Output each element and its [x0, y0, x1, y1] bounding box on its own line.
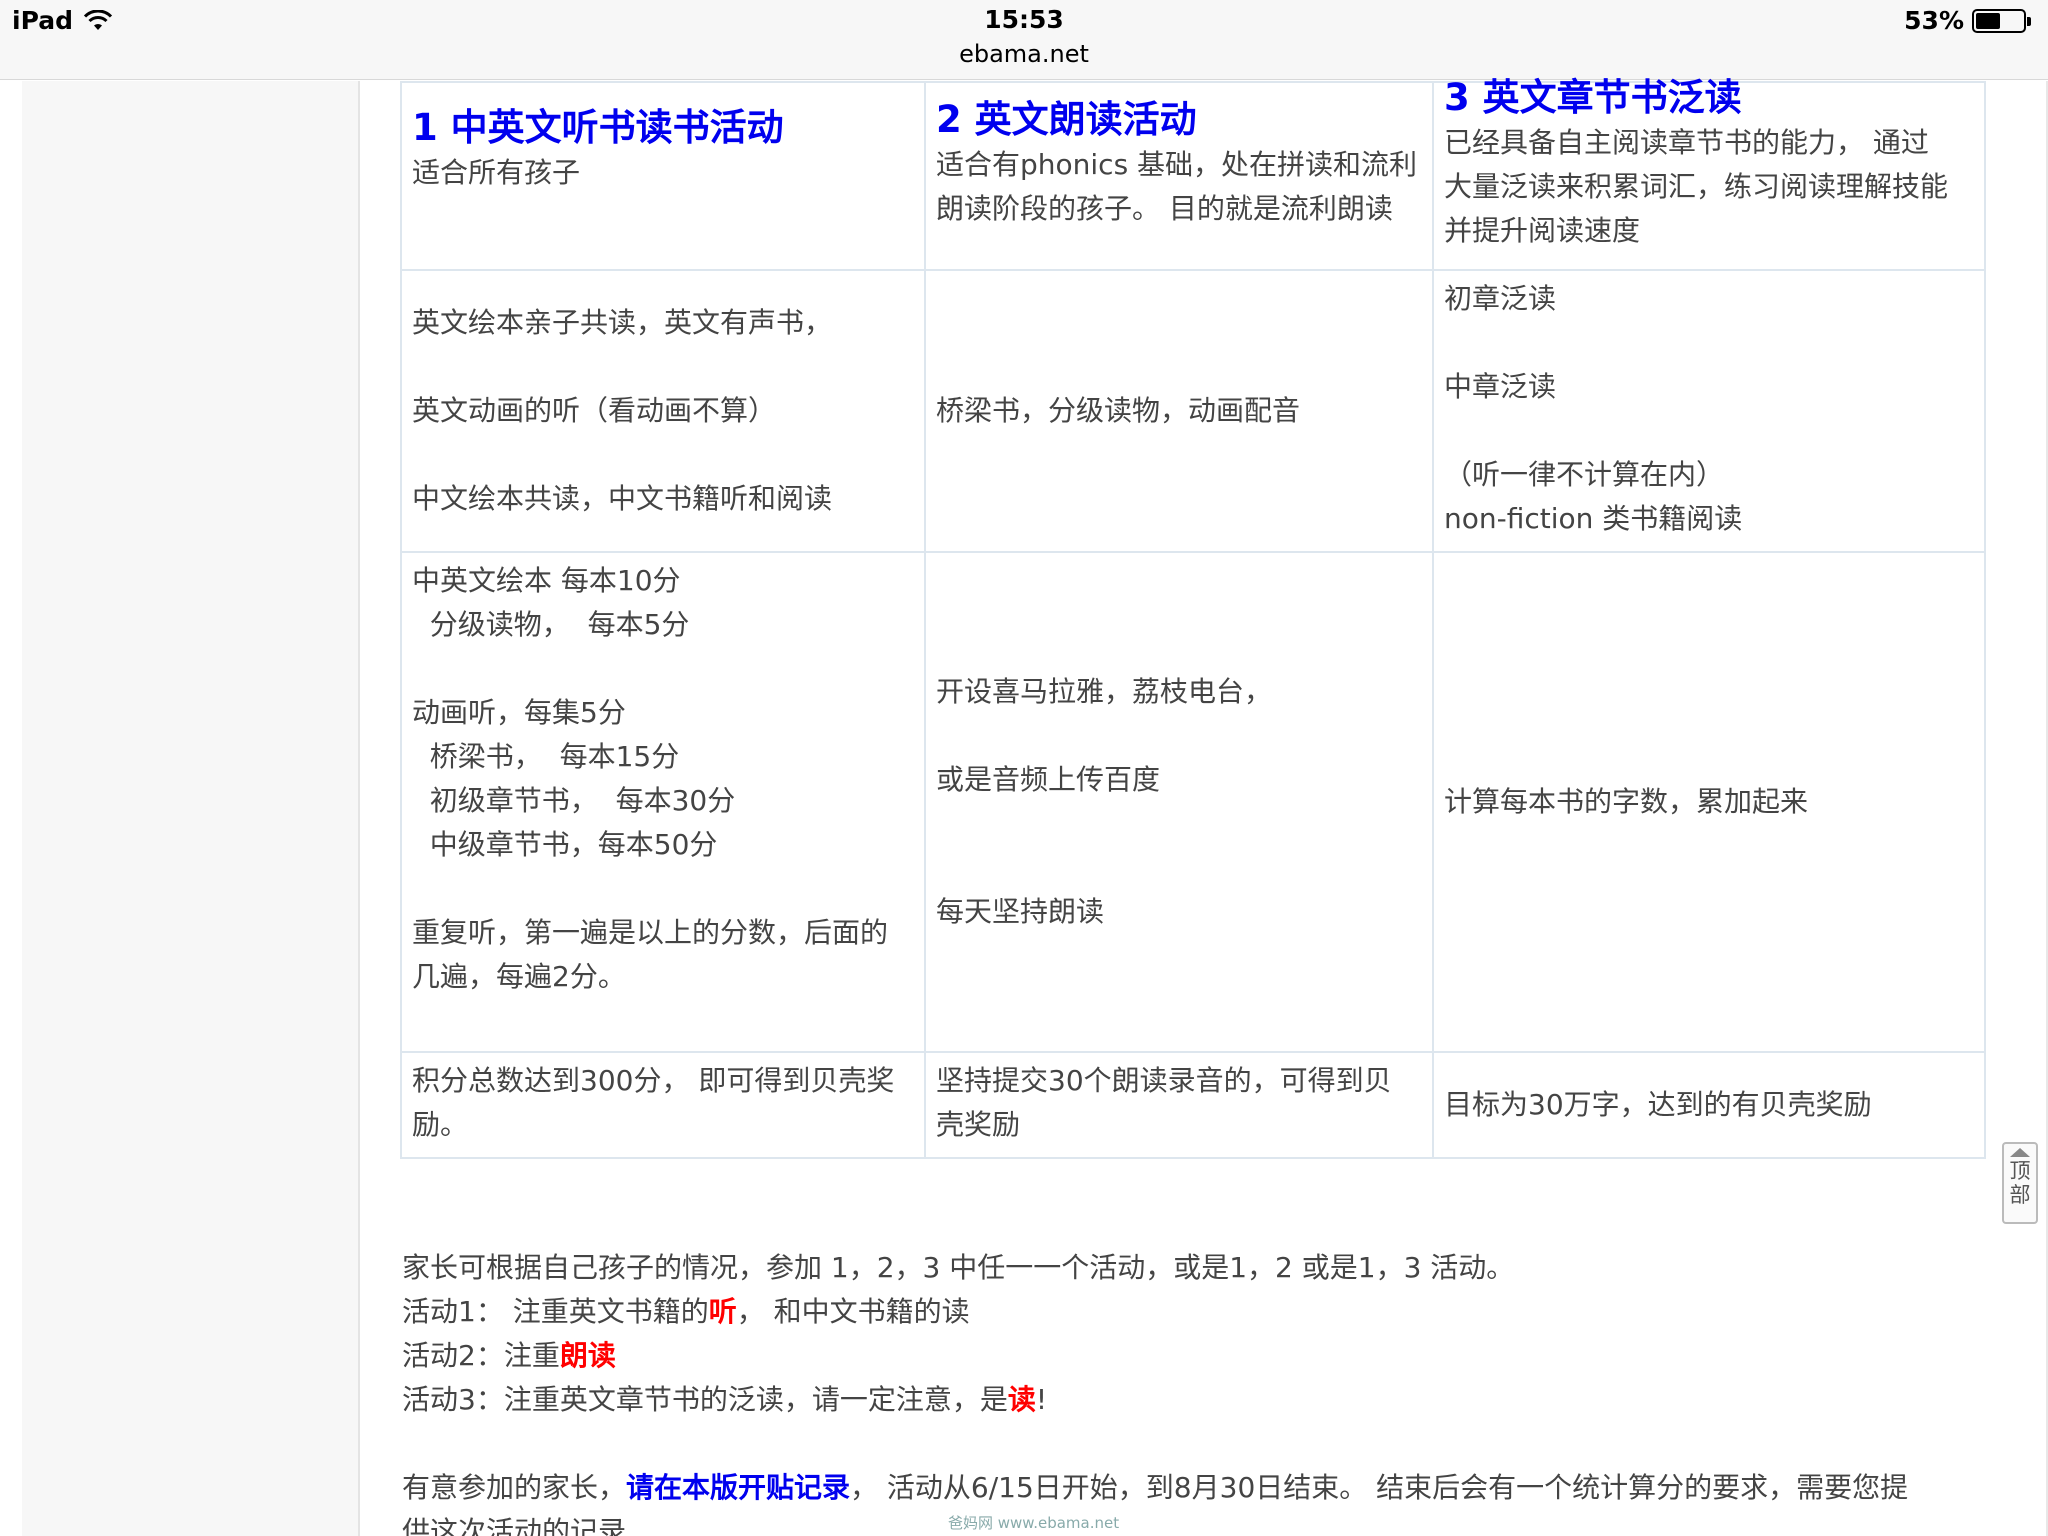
- post-record-link[interactable]: 请在本版开贴记录: [626, 1471, 850, 1504]
- cell-line: 分级读物， 每本5分: [412, 608, 690, 641]
- note-highlight: 朗读: [559, 1339, 616, 1372]
- cell-line: 英文绘本亲子共读，英文有声书，: [412, 306, 833, 339]
- arrow-up-icon: [2010, 1148, 2030, 1157]
- activity-1-title: 1 中英文听书读书活动: [412, 106, 784, 149]
- cell-line: 坚持提交30个朗读录音的，可得到贝: [936, 1064, 1392, 1097]
- watermark: 爸妈网 www.ebama.net: [948, 1514, 1120, 1532]
- address-bar[interactable]: ebama.net: [0, 40, 2048, 68]
- header-cell-activity-1: 1 中英文听书读书活动 适合所有孩子: [400, 81, 926, 271]
- notes-signup: 有意参加的家长，请在本版开贴记录， 活动从6/15日开始，到8月30日结束。 结…: [402, 1466, 2002, 1510]
- reward-cell-2: 坚持提交30个朗读录音的，可得到贝 壳奖励: [924, 1051, 1434, 1159]
- cell-line: 初级章节书， 每本30分: [412, 784, 736, 817]
- note-text: ， 和中文书籍的读: [736, 1295, 970, 1328]
- cell-line: 重复听，第一遍是以上的分数，后面的: [412, 916, 889, 949]
- notes-signup-cont: 供这次活动的记录: [402, 1515, 627, 1536]
- battery-icon: [1972, 8, 2031, 33]
- cell-line: 桥梁书，分级读物，动画配音: [936, 394, 1301, 427]
- activity-1-desc: 适合所有孩子: [412, 156, 581, 189]
- notes-section: 家长可根据自己孩子的情况，参加 1，2，3 中任一一个活动，或是1，2 或是1，…: [402, 1246, 2002, 1536]
- scoring-cell-3: 计算每本书的字数，累加起来: [1432, 551, 1986, 1053]
- note-text: !: [1035, 1383, 1048, 1416]
- cell-line: 中文绘本共读，中文书籍听和阅读: [412, 482, 833, 515]
- activity-3-desc: 大量泛读来积累词汇，练习阅读理解技能: [1444, 170, 1949, 203]
- clock: 15:53: [984, 5, 1064, 34]
- cell-line: 中章泛读: [1444, 370, 1557, 403]
- back-to-top-button[interactable]: 顶 部: [2002, 1142, 2038, 1224]
- activity-3-desc: 已经具备自主阅读章节书的能力， 通过: [1444, 126, 1929, 159]
- cell-line: 桥梁书， 每本15分: [412, 740, 680, 773]
- note-text: ， 活动从6/15日开始，到8月30日结束。 结束后会有一个统计算分的要求，需要…: [850, 1471, 1909, 1504]
- content-cell-2: 桥梁书，分级读物，动画配音: [924, 269, 1434, 553]
- note-highlight: 读: [1007, 1383, 1036, 1416]
- note-highlight: 听: [708, 1295, 737, 1328]
- activity-3-title: 3 英文章节书泛读: [1444, 76, 1742, 119]
- cell-line: 英文动画的听（看动画不算）: [412, 394, 777, 427]
- cell-line: 积分总数达到300分， 即可得到贝壳奖: [412, 1064, 895, 1097]
- scoring-cell-2: 开设喜马拉雅，荔枝电台， 或是音频上传百度 每天坚持朗读: [924, 551, 1434, 1053]
- content-cell-1: 英文绘本亲子共读，英文有声书， 英文动画的听（看动画不算） 中文绘本共读，中文书…: [400, 269, 926, 553]
- cell-line: 动画听，每集5分: [412, 696, 626, 729]
- header-cell-activity-2: 2 英文朗读活动 适合有phonics 基础，处在拼读和流利 朗读阶段的孩子。 …: [924, 81, 1434, 271]
- cell-line: 开设喜马拉雅，荔枝电台，: [936, 675, 1273, 708]
- notes-intro: 家长可根据自己孩子的情况，参加 1，2，3 中任一一个活动，或是1，2 或是1，…: [402, 1251, 1515, 1284]
- back-to-top-label: 部: [2009, 1183, 2031, 1207]
- cell-line: 或是音频上传百度: [936, 763, 1161, 796]
- table-row-scoring: 中英文绘本 每本10分 分级读物， 每本5分 动画听，每集5分 桥梁书， 每本1…: [400, 551, 1986, 1053]
- cell-line: 中英文绘本 每本10分: [412, 564, 681, 597]
- cell-line: （听一律不计算在内）: [1444, 458, 1725, 491]
- cell-line: 中级章节书，每本50分: [412, 828, 718, 861]
- table-row-content: 英文绘本亲子共读，英文有声书， 英文动画的听（看动画不算） 中文绘本共读，中文书…: [400, 269, 1986, 553]
- activity-2-title: 2 英文朗读活动: [936, 98, 1197, 141]
- table-header-row: 1 中英文听书读书活动 适合所有孩子 2 英文朗读活动 适合有phonics 基…: [400, 76, 1986, 271]
- cell-line: 计算每本书的字数，累加起来: [1444, 785, 1809, 818]
- cell-line: 励。: [412, 1108, 469, 1141]
- scoring-cell-1: 中英文绘本 每本10分 分级读物， 每本5分 动画听，每集5分 桥梁书， 每本1…: [400, 551, 926, 1053]
- activity-2-desc: 适合有phonics 基础，处在拼读和流利: [936, 148, 1418, 181]
- battery-level: [1976, 12, 2001, 29]
- cell-line: 目标为30万字，达到的有贝壳奖励: [1444, 1088, 1872, 1121]
- note-text: 活动3：注重英文章节书的泛读，请一定注意，是: [402, 1383, 1008, 1416]
- notes-activity-3: 活动3：注重英文章节书的泛读，请一定注意，是读!: [402, 1378, 2002, 1422]
- cell-line: 初章泛读: [1444, 282, 1557, 315]
- activity-table: 1 中英文听书读书活动 适合所有孩子 2 英文朗读活动 适合有phonics 基…: [400, 76, 1986, 1159]
- cell-line: non-fiction 类书籍阅读: [1444, 502, 1743, 535]
- reward-cell-1: 积分总数达到300分， 即可得到贝壳奖 励。: [400, 1051, 926, 1159]
- content-cell-3: 初章泛读 中章泛读 （听一律不计算在内） non-fiction 类书籍阅读: [1432, 269, 1986, 553]
- activity-2-desc: 朗读阶段的孩子。 目的就是流利朗读: [936, 192, 1393, 225]
- activity-3-desc: 并提升阅读速度: [1444, 214, 1641, 247]
- left-sidebar: [0, 81, 360, 1536]
- cell-line: 每天坚持朗读: [936, 895, 1105, 928]
- reward-cell-3: 目标为30万字，达到的有贝壳奖励: [1432, 1051, 1986, 1159]
- note-text: 活动1： 注重英文书籍的: [402, 1295, 709, 1328]
- note-text: 活动2：注重: [402, 1339, 560, 1372]
- back-to-top-label: 顶: [2009, 1159, 2031, 1183]
- header-cell-activity-3: 3 英文章节书泛读 已经具备自主阅读章节书的能力， 通过 大量泛读来积累词汇，练…: [1432, 76, 1986, 271]
- cell-line: 壳奖励: [936, 1108, 1021, 1141]
- battery-percent: 53%: [1904, 6, 1964, 35]
- notes-activity-2: 活动2：注重朗读: [402, 1334, 2002, 1378]
- table-row-reward: 积分总数达到300分， 即可得到贝壳奖 励。 坚持提交30个朗读录音的，可得到贝…: [400, 1051, 1986, 1159]
- notes-activity-1: 活动1： 注重英文书籍的听， 和中文书籍的读: [402, 1290, 2002, 1334]
- note-text: 有意参加的家长，: [402, 1471, 627, 1504]
- cell-line: 几遍，每遍2分。: [412, 960, 626, 993]
- status-bar: iPad 15:53 ebama.net 53%: [0, 0, 2048, 80]
- status-right: 53%: [1904, 6, 2031, 35]
